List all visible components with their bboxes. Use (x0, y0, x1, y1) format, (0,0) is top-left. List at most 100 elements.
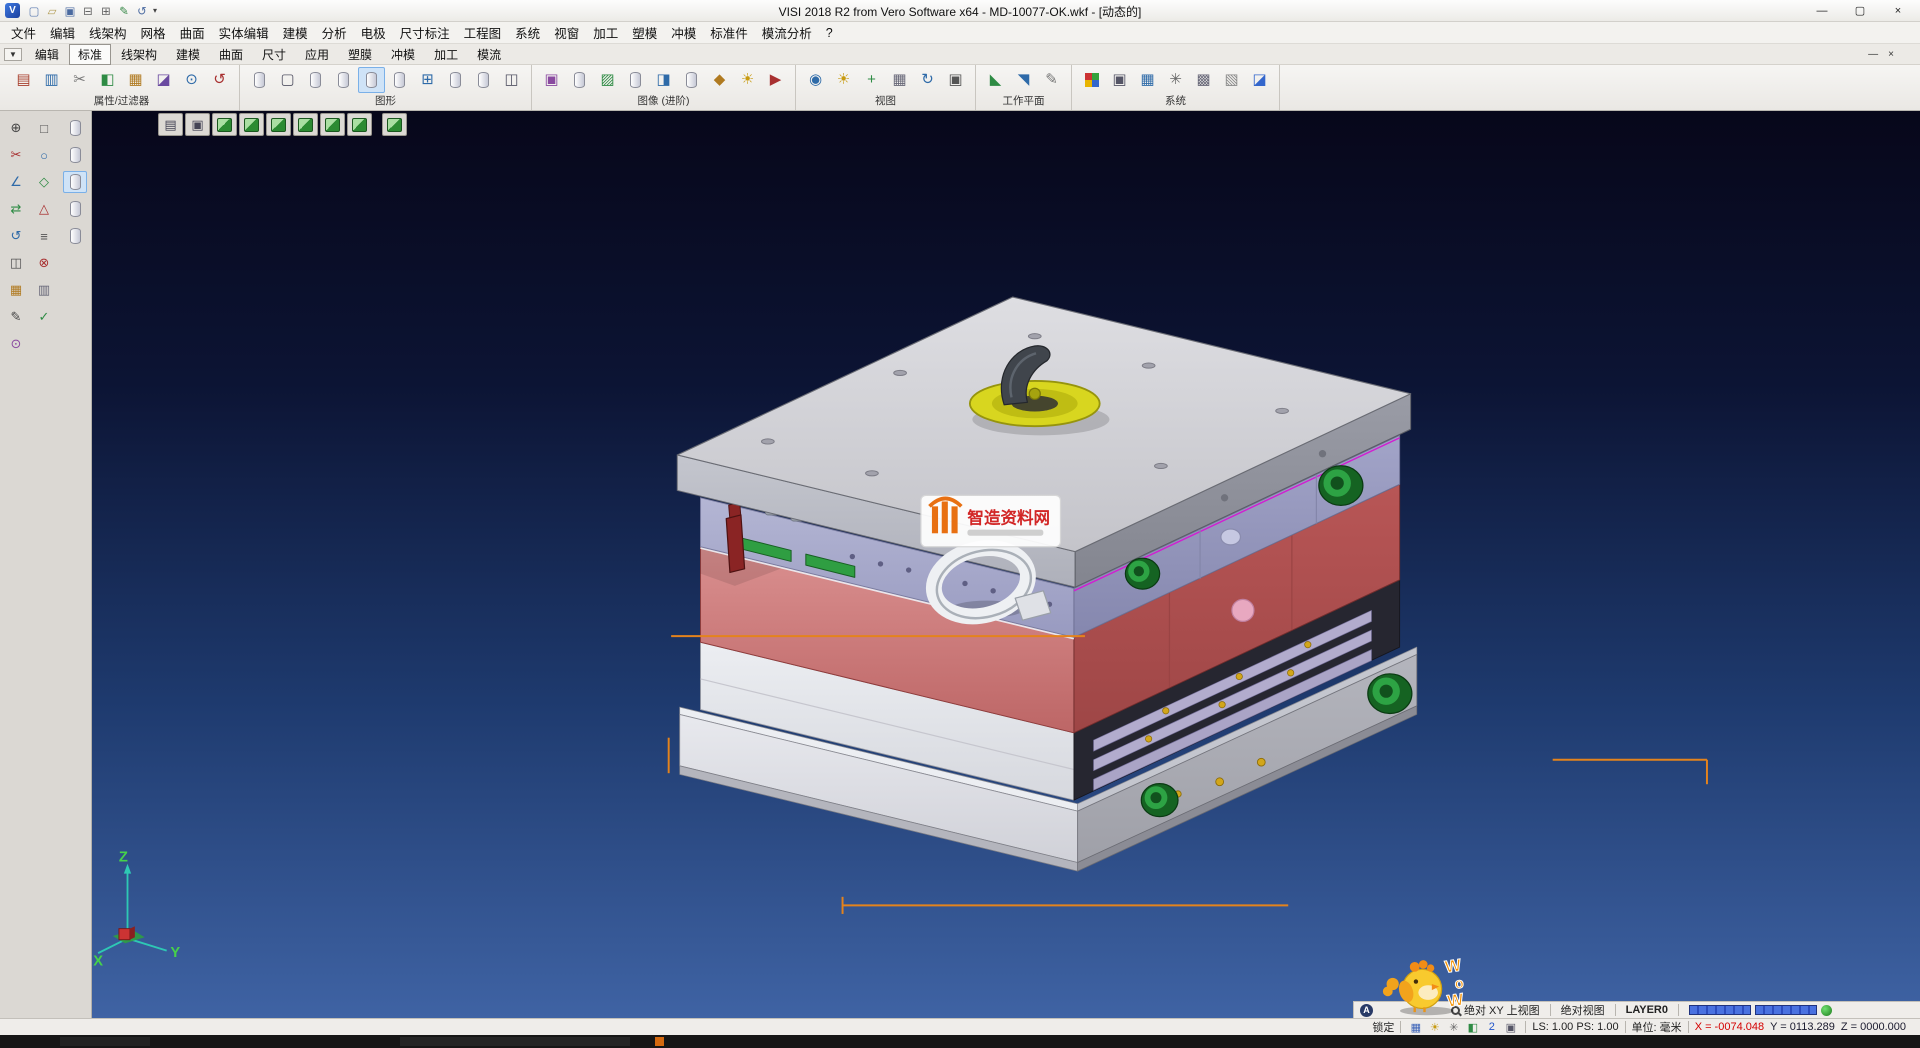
select-tool-icon[interactable]: ⊕ (4, 117, 28, 139)
selection-mask-icon[interactable]: ⊙ (178, 67, 205, 93)
zoom-indicator-icon[interactable] (1451, 1006, 1460, 1015)
view-cube-front-icon[interactable] (239, 113, 264, 136)
sketch-tool-icon[interactable]: ✎ (4, 306, 28, 328)
quick-access-caret-icon[interactable]: ▾ (153, 6, 157, 15)
undo-icon[interactable]: ↺ (133, 2, 151, 19)
measure-tool-icon[interactable]: ∠ (4, 171, 28, 193)
system-grid-icon[interactable]: ▦ (1134, 67, 1161, 93)
zoom-window-icon[interactable] (442, 67, 469, 93)
print-icon[interactable]: ⊟ (79, 2, 97, 19)
tab-建模[interactable]: 建模 (167, 44, 209, 65)
new-file-icon[interactable]: ▢ (25, 2, 43, 19)
shaded-view-icon[interactable] (246, 67, 273, 93)
workplane-create-icon[interactable]: ◣ (982, 67, 1009, 93)
shadow-icon[interactable] (622, 67, 649, 93)
system-matrix-icon[interactable]: ▧ (1218, 67, 1245, 93)
menu-item-文件[interactable]: 文件 (4, 21, 43, 44)
body-filter-1-icon[interactable] (63, 117, 87, 139)
system-colors-icon[interactable] (1078, 67, 1105, 93)
document-minimize-button[interactable]: — (1868, 49, 1878, 60)
preview-icon[interactable]: ⊞ (97, 2, 115, 19)
animation-icon[interactable]: ▶ (762, 67, 789, 93)
circle-tool-icon[interactable]: ○ (32, 144, 56, 166)
view-mode-label[interactable]: 绝对 XY 上视图 (1464, 1002, 1540, 1018)
active-layer-label[interactable]: LAYER0 (1626, 1004, 1668, 1016)
menu-item-加工[interactable]: 加工 (586, 21, 625, 44)
menu-item-?[interactable]: ? (819, 24, 840, 42)
surface-display-icon[interactable] (386, 67, 413, 93)
polygon-tool-icon[interactable]: ◇ (32, 171, 56, 193)
attribute-edit-icon[interactable]: ▤ (10, 67, 37, 93)
tab-塑膜[interactable]: 塑膜 (339, 44, 381, 65)
trim-tool-icon[interactable]: ✂ (4, 144, 28, 166)
move-tool-icon[interactable]: ⇄ (4, 198, 28, 220)
body-filter-5-icon[interactable] (63, 225, 87, 247)
dynamic-view-icon[interactable] (330, 67, 357, 93)
workplane-align-icon[interactable]: ◥ (1010, 67, 1037, 93)
menu-item-塑模[interactable]: 塑模 (625, 21, 664, 44)
view-cube-right-icon[interactable] (320, 113, 345, 136)
menu-item-建模[interactable]: 建模 (276, 21, 315, 44)
solid-display-icon[interactable] (358, 67, 385, 93)
system-render-icon[interactable]: ◪ (1246, 67, 1273, 93)
taskbar-item[interactable] (400, 1037, 630, 1046)
tab-应用[interactable]: 应用 (296, 44, 338, 65)
attribute-copy-icon[interactable]: ▥ (38, 67, 65, 93)
system-settings-icon[interactable]: ✳ (1162, 67, 1189, 93)
filter-type-icon[interactable]: ◪ (150, 67, 177, 93)
render-advanced-icon[interactable]: ▣ (538, 67, 565, 93)
material-icon[interactable]: ◆ (706, 67, 733, 93)
view-rotate-icon[interactable]: ↻ (914, 67, 941, 93)
reset-filter-icon[interactable]: ↺ (206, 67, 233, 93)
delete-tool-icon[interactable]: ⊗ (32, 252, 56, 274)
section-view-icon[interactable] (678, 67, 705, 93)
tab-加工[interactable]: 加工 (425, 44, 467, 65)
lock-toggle[interactable]: 锁定 (1372, 1019, 1394, 1035)
tab-尺寸[interactable]: 尺寸 (253, 44, 295, 65)
tab-冲模[interactable]: 冲模 (382, 44, 424, 65)
tab-模流[interactable]: 模流 (468, 44, 510, 65)
menu-item-标准件[interactable]: 标准件 (703, 21, 755, 44)
body-filter-4-icon[interactable] (63, 198, 87, 220)
taskbar-app-icon[interactable] (655, 1037, 664, 1046)
snap-tool-icon[interactable]: ⊙ (4, 333, 28, 355)
rectangle-tool-icon[interactable]: □ (32, 117, 56, 139)
triangle-tool-icon[interactable]: △ (32, 198, 56, 220)
help-icon[interactable]: 2 (1483, 1020, 1500, 1034)
view-cube-shaded-icon[interactable] (382, 113, 407, 136)
view-cube-left-icon[interactable] (293, 113, 318, 136)
taskbar-item[interactable] (60, 1037, 150, 1046)
os-taskbar-strip[interactable] (0, 1035, 1920, 1048)
tab-曲面[interactable]: 曲面 (210, 44, 252, 65)
menu-item-尺寸标注[interactable]: 尺寸标注 (393, 21, 457, 44)
light-icon[interactable]: ☀ (1426, 1020, 1443, 1034)
monitor-icon[interactable]: ▣ (1502, 1020, 1519, 1034)
workplane-edit-icon[interactable]: ✎ (1038, 67, 1065, 93)
close-button[interactable]: × (1879, 1, 1917, 21)
menu-item-线架构[interactable]: 线架构 (82, 21, 134, 44)
menu-item-分析[interactable]: 分析 (315, 21, 354, 44)
filter-layer-icon[interactable]: ▦ (122, 67, 149, 93)
view-cube-top-icon[interactable] (266, 113, 291, 136)
tab-编辑[interactable]: 编辑 (26, 44, 68, 65)
hatch-tool-icon[interactable]: ▥ (32, 279, 56, 301)
menu-item-曲面[interactable]: 曲面 (173, 21, 212, 44)
capture-image-icon[interactable] (566, 67, 593, 93)
transparency-icon[interactable]: ◨ (650, 67, 677, 93)
view-axes-icon[interactable]: + (858, 67, 885, 93)
maximize-button[interactable]: ▢ (1841, 1, 1879, 21)
hidden-line-icon[interactable] (302, 67, 329, 93)
view-camera-icon[interactable]: ▣ (942, 67, 969, 93)
minimize-button[interactable]: — (1803, 1, 1841, 21)
view-grid-icon[interactable]: ▦ (886, 67, 913, 93)
array-tool-icon[interactable]: ▦ (4, 279, 28, 301)
sketch-icon[interactable]: ✎ (115, 2, 133, 19)
menu-item-电极[interactable]: 电极 (354, 21, 393, 44)
scene-canvas[interactable]: 智造资料网 Z X Y (92, 111, 1920, 1018)
menu-item-视窗[interactable]: 视窗 (547, 21, 586, 44)
view-shade-icon[interactable]: ☀ (830, 67, 857, 93)
pan-view-icon[interactable] (470, 67, 497, 93)
filter-elements-icon[interactable]: ✂ (66, 67, 93, 93)
tab-线架构[interactable]: 线架构 (112, 44, 166, 65)
body-filter-3-icon[interactable] (63, 171, 87, 193)
